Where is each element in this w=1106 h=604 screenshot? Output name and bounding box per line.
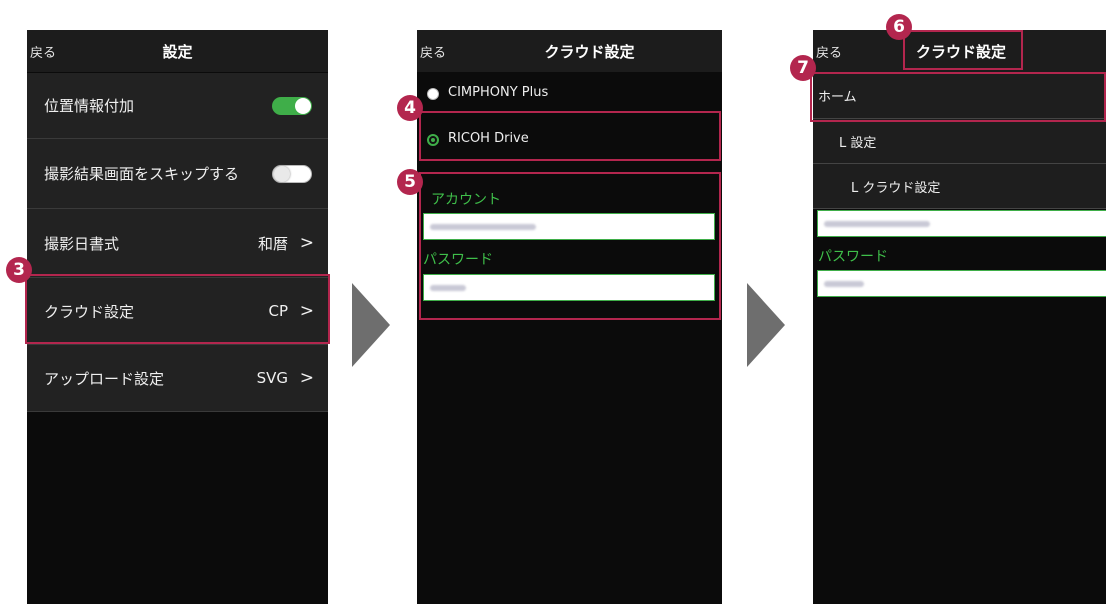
page-title: クラウド設定 bbox=[544, 43, 635, 61]
step-badge-4: 4 bbox=[397, 95, 423, 121]
page-title: 設定 bbox=[162, 43, 193, 61]
blurred-value bbox=[824, 281, 864, 287]
skip-toggle[interactable] bbox=[272, 165, 312, 183]
step-badge-6: 6 bbox=[886, 14, 912, 40]
chevron-right-icon: > bbox=[299, 368, 314, 388]
nav-label: L クラウド設定 bbox=[851, 180, 941, 196]
row-value: 和暦 bbox=[257, 234, 288, 253]
password-field[interactable] bbox=[817, 270, 1106, 297]
row-label: 撮影結果画面をスキップする bbox=[44, 165, 240, 183]
row-date-format[interactable]: 撮影日書式 和暦 > bbox=[27, 209, 328, 278]
radio-button[interactable] bbox=[427, 88, 439, 100]
row-label: アップロード設定 bbox=[44, 369, 165, 388]
highlight-ricoh-option bbox=[419, 111, 721, 161]
account-field[interactable] bbox=[817, 210, 1106, 237]
toggle-knob bbox=[295, 98, 311, 114]
row-upload-settings[interactable]: アップロード設定 SVG > bbox=[27, 345, 328, 412]
nav-label: L 設定 bbox=[839, 135, 877, 151]
step-badge-7: 7 bbox=[790, 55, 816, 81]
highlight-cloud-settings bbox=[25, 274, 330, 344]
location-toggle[interactable] bbox=[272, 97, 312, 115]
row-skip-result[interactable]: 撮影結果画面をスキップする bbox=[27, 139, 328, 209]
step-badge-5: 5 bbox=[397, 169, 423, 195]
step-badge-3: 3 bbox=[6, 257, 32, 283]
nav-item-settings[interactable]: L 設定 bbox=[813, 119, 1106, 164]
top-bar: 戻る クラウド設定 bbox=[417, 30, 722, 72]
row-label: 位置情報付加 bbox=[44, 97, 135, 115]
nav-item-cloud-settings[interactable]: L クラウド設定 bbox=[813, 164, 1106, 209]
top-bar: 戻る 設定 bbox=[27, 30, 328, 72]
row-label: 撮影日書式 bbox=[44, 234, 120, 253]
blurred-value bbox=[824, 221, 930, 227]
arrow-right-icon bbox=[352, 283, 390, 367]
highlight-title bbox=[903, 30, 1023, 70]
row-location-info[interactable]: 位置情報付加 bbox=[27, 73, 328, 139]
chevron-right-icon: > bbox=[299, 233, 314, 253]
arrow-right-icon bbox=[747, 283, 785, 367]
back-button[interactable]: 戻る bbox=[816, 42, 842, 61]
toggle-knob bbox=[274, 166, 290, 182]
back-button[interactable]: 戻る bbox=[420, 42, 446, 61]
highlight-credentials bbox=[419, 172, 721, 320]
option-cimphony[interactable]: CIMPHONY Plus bbox=[417, 76, 722, 114]
option-label: CIMPHONY Plus bbox=[448, 85, 549, 100]
highlight-home bbox=[810, 72, 1106, 122]
row-value: SVG bbox=[256, 369, 288, 387]
password-label: パスワード bbox=[818, 249, 888, 265]
